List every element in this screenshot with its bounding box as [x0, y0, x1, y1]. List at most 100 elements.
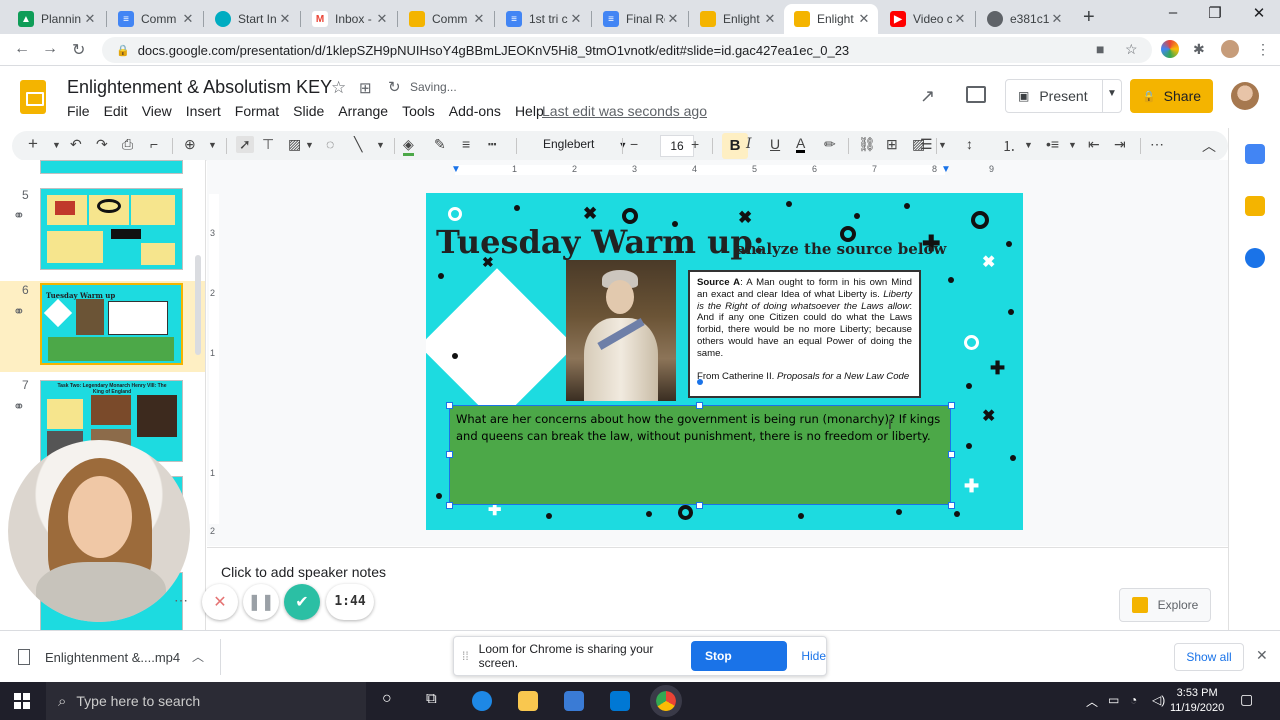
explore-button[interactable]: Explore	[1119, 588, 1211, 622]
text-color-button[interactable]: A	[796, 136, 806, 153]
answer-text-box[interactable]: What are her concerns about how the gove…	[449, 405, 951, 505]
menu-edit[interactable]: Edit	[104, 103, 128, 119]
close-tab-icon[interactable]: ✕	[665, 11, 681, 27]
resize-handle[interactable]	[696, 402, 703, 409]
source-text-box[interactable]: Source A: A Man ought to form in his own…	[688, 270, 921, 398]
chevron-down-icon[interactable]: ▼	[208, 140, 217, 150]
font-size-input[interactable]: 16	[660, 135, 694, 157]
more-options-icon[interactable]: ⋯	[1150, 136, 1164, 153]
shape-icon[interactable]: ◌	[326, 136, 334, 152]
italic-button[interactable]: I	[746, 136, 752, 152]
minimize-button[interactable]: –	[1150, 4, 1196, 21]
paint-format-icon[interactable]: ⌐	[150, 136, 158, 152]
menu-help[interactable]: Help	[515, 103, 544, 119]
chevron-down-icon[interactable]: ▼	[938, 140, 947, 150]
extension-icon[interactable]	[1161, 40, 1179, 58]
chevron-up-icon[interactable]: ︿	[1086, 693, 1098, 710]
collapse-toolbar-icon[interactable]: ︿	[1202, 136, 1216, 156]
underline-button[interactable]: U	[770, 136, 780, 152]
increase-indent-icon[interactable]: ⇥	[1114, 136, 1126, 153]
move-to-folder-icon[interactable]: ⊞	[359, 79, 372, 97]
cortana-icon[interactable]: ○	[382, 690, 392, 708]
stop-sharing-button[interactable]: Stop sharing	[691, 641, 788, 693]
chevron-down-icon[interactable]: ▼	[376, 140, 385, 150]
close-tab-icon[interactable]: ✕	[762, 11, 778, 27]
slide[interactable]: ✖ ✖ ✖ ✖ ✖ ✚ ✚ ✚ ✚ Tuesday Warm up: analy…	[426, 193, 1023, 530]
border-dash-icon[interactable]: ┅	[488, 136, 496, 153]
new-tab-button[interactable]: +	[1083, 6, 1095, 29]
forward-icon[interactable]: →	[42, 40, 58, 58]
bulleted-list-icon[interactable]: •≡	[1046, 136, 1059, 152]
volume-icon[interactable]: ◁)	[1152, 693, 1165, 707]
undo-icon[interactable]: ↶	[70, 136, 82, 153]
decrease-font-size-icon[interactable]: −	[630, 136, 638, 152]
document-title[interactable]: Enlightenment & Absolutism KEY	[67, 77, 332, 98]
network-icon[interactable]: ◔	[1130, 693, 1137, 707]
resize-handle[interactable]	[948, 451, 955, 458]
menu-insert[interactable]: Insert	[186, 103, 221, 119]
battery-icon[interactable]: ▭	[1108, 693, 1119, 707]
more-options-icon[interactable]: ⋯	[174, 592, 188, 609]
fill-color-icon[interactable]: ◈	[403, 136, 414, 156]
slide-thumbnail[interactable]	[40, 188, 183, 270]
mail-icon[interactable]	[610, 691, 630, 711]
loom-pause-button[interactable]: ❚❚	[243, 584, 279, 620]
bold-button[interactable]: B	[722, 133, 748, 159]
redo-icon[interactable]: ↷	[96, 136, 108, 153]
menu-addons[interactable]: Add-ons	[449, 103, 501, 119]
loom-cancel-button[interactable]: ✕	[202, 584, 238, 620]
resize-handle[interactable]	[446, 451, 453, 458]
browser-tab[interactable]: ≡Final Re✕	[593, 4, 687, 34]
slide-title[interactable]: Tuesday Warm up:	[436, 223, 765, 261]
border-color-icon[interactable]: ✎	[434, 136, 446, 153]
edge-icon[interactable]	[472, 691, 492, 711]
menu-file[interactable]: File	[67, 103, 90, 119]
system-clock[interactable]: 3:53 PM 11/19/2020	[1170, 686, 1224, 716]
font-family-select[interactable]: Englebert▼	[543, 137, 627, 151]
browser-tab[interactable]: ≡ 1st tri c ✕	[496, 4, 590, 34]
browser-tab[interactable]: ▶ Video c ✕	[880, 4, 974, 34]
resize-handle[interactable]	[948, 402, 955, 409]
resize-handle[interactable]	[446, 502, 453, 509]
browser-tab[interactable]: ▲ Plannin ✕	[8, 4, 104, 34]
back-icon[interactable]: ←	[14, 40, 30, 58]
tasks-icon[interactable]	[1245, 248, 1265, 268]
file-explorer-icon[interactable]	[518, 691, 538, 711]
line-spacing-icon[interactable]: ↕	[966, 136, 973, 152]
close-tab-icon[interactable]: ✕	[856, 11, 872, 27]
chevron-down-icon[interactable]: ▼	[1024, 140, 1033, 150]
close-icon[interactable]: ✕	[1256, 647, 1268, 664]
reload-icon[interactable]: ↻	[72, 40, 85, 60]
camera-icon[interactable]: ■	[1096, 41, 1104, 57]
new-slide-icon[interactable]: +	[28, 134, 38, 154]
show-all-button[interactable]: Show all	[1174, 643, 1244, 671]
resize-handle[interactable]	[446, 402, 453, 409]
chevron-down-icon[interactable]: ▼	[52, 140, 61, 150]
browser-tab[interactable]: M Inbox - ✕	[302, 4, 396, 34]
catherine-portrait-image[interactable]	[566, 260, 676, 401]
highlight-color-icon[interactable]: ✏	[824, 136, 836, 153]
rotate-handle[interactable]	[697, 379, 703, 385]
windows-start-icon[interactable]	[14, 693, 30, 709]
resize-handle[interactable]	[948, 502, 955, 509]
close-tab-icon[interactable]: ✕	[374, 11, 390, 27]
slide-thumbnail-selected[interactable]: Tuesday Warm up	[40, 283, 183, 365]
border-weight-icon[interactable]: ≡	[462, 136, 470, 152]
close-tab-icon[interactable]: ✕	[568, 11, 584, 27]
browser-tab[interactable]: Comm ✕	[399, 4, 493, 34]
chrome-icon[interactable]	[650, 685, 682, 717]
loom-finish-button[interactable]: ✔	[284, 584, 320, 620]
decrease-indent-icon[interactable]: ⇤	[1088, 136, 1100, 153]
resize-handle[interactable]	[696, 502, 703, 509]
chevron-down-icon[interactable]: ▼	[1107, 88, 1117, 99]
image-icon[interactable]: ▨	[288, 136, 301, 153]
loom-webcam-bubble[interactable]	[8, 440, 190, 622]
store-icon[interactable]	[564, 691, 584, 711]
notes-divider[interactable]	[207, 547, 1228, 553]
task-view-icon[interactable]: ⧉	[426, 690, 437, 707]
activity-dashboard-icon[interactable]: ↗	[920, 86, 935, 107]
puzzle-icon[interactable]: ✱	[1193, 41, 1205, 58]
slide-thumbnail[interactable]	[40, 160, 183, 174]
last-edit-link[interactable]: Last edit was seconds ago	[542, 103, 707, 119]
star-icon[interactable]: ☆	[1125, 41, 1138, 58]
